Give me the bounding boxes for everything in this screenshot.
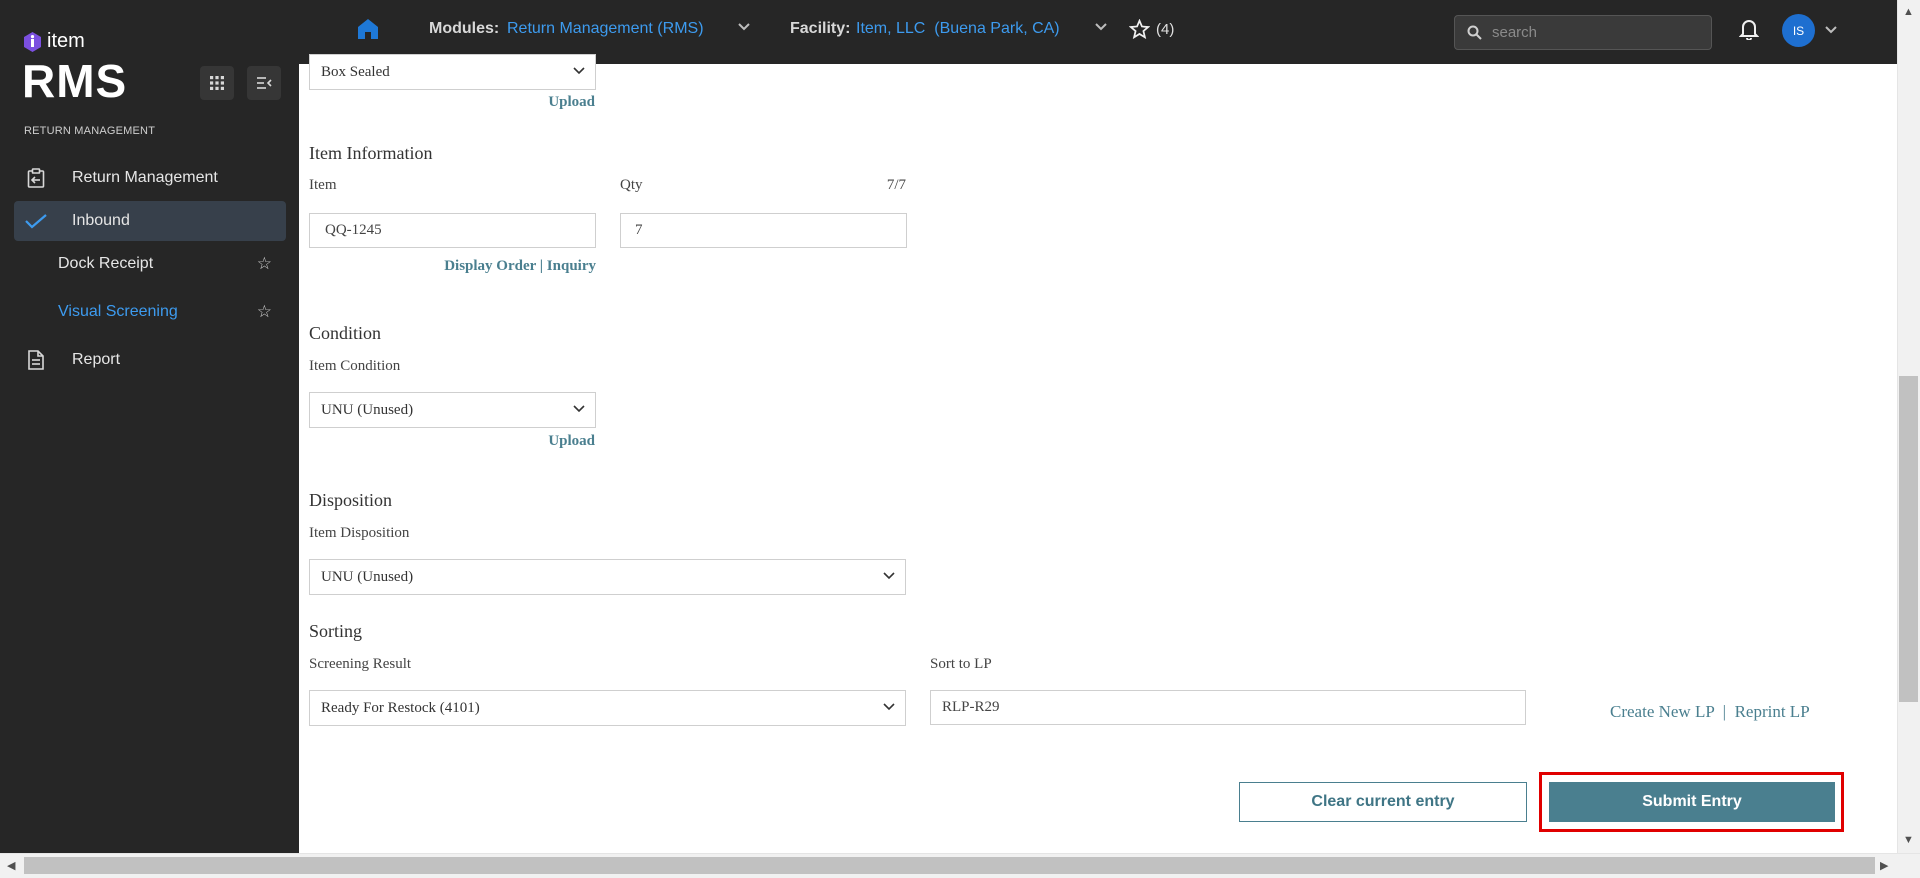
- sidebar-item-label: Inbound: [72, 212, 130, 229]
- section-title-item-information: Item Information: [309, 143, 433, 163]
- search-box[interactable]: [1454, 15, 1712, 50]
- input-value: 7: [635, 222, 643, 238]
- main-content: Box Sealed Upload Item Information Item …: [299, 54, 1897, 853]
- sidebar-item-inbound[interactable]: Inbound: [14, 201, 286, 241]
- chevron-down-icon[interactable]: [1824, 25, 1838, 35]
- apps-grid-button[interactable]: [200, 66, 234, 100]
- clear-entry-button[interactable]: Clear current entry: [1239, 782, 1527, 822]
- chevron-down-icon: [573, 67, 585, 75]
- vertical-scrollbar-thumb[interactable]: [1899, 376, 1918, 702]
- collapse-menu-icon: [257, 77, 272, 89]
- select-value: UNU (Unused): [321, 401, 414, 418]
- bell-icon[interactable]: [1739, 18, 1759, 40]
- section-title-disposition: Disposition: [309, 490, 393, 510]
- facility-dropdown[interactable]: Item, LLC (Buena Park, CA): [856, 20, 1060, 38]
- input-value: QQ-1245: [325, 222, 382, 238]
- logo-text: item: [47, 30, 85, 52]
- brand-logo[interactable]: item: [24, 30, 85, 53]
- item-condition-label: Item Condition: [309, 358, 401, 374]
- favorites-count: (4): [1156, 20, 1175, 38]
- section-title-sorting: Sorting: [309, 621, 363, 641]
- upload-link[interactable]: Upload: [547, 433, 595, 450]
- sidebar: item RMS RETURN MANAGEMENT Return Manage…: [0, 0, 299, 853]
- section-title-condition: Condition: [309, 323, 382, 343]
- qty-label: Qty: [620, 177, 643, 193]
- item-input[interactable]: QQ-1245: [309, 213, 596, 248]
- item-disposition-label: Item Disposition: [309, 525, 410, 541]
- upload-link[interactable]: Upload: [547, 94, 595, 111]
- screening-result-select[interactable]: Ready For Restock (4101): [309, 690, 906, 726]
- logo-icon: [24, 31, 41, 52]
- sidebar-item-visual-screening[interactable]: Visual Screening ☆: [14, 292, 286, 332]
- section-label: RETURN MANAGEMENT: [24, 125, 156, 137]
- chevron-down-icon[interactable]: [737, 22, 751, 32]
- favorites-button[interactable]: (4): [1129, 19, 1174, 39]
- check-icon: [24, 213, 48, 229]
- search-icon: [1467, 25, 1482, 40]
- item-label: Item: [309, 177, 337, 193]
- scroll-up-arrow-icon[interactable]: ▲: [1903, 6, 1914, 18]
- horizontal-scrollbar-thumb[interactable]: [24, 857, 1875, 874]
- sidebar-item-report[interactable]: Report: [14, 340, 286, 380]
- home-icon[interactable]: [357, 18, 379, 40]
- box-status-select[interactable]: Box Sealed: [309, 54, 596, 90]
- app-name: RMS: [22, 55, 128, 107]
- select-value: UNU (Unused): [321, 568, 414, 585]
- select-value: Box Sealed: [321, 63, 390, 80]
- star-icon: [1129, 19, 1150, 39]
- chevron-down-icon[interactable]: [1094, 22, 1108, 32]
- scroll-left-arrow-icon[interactable]: ◀: [7, 859, 15, 872]
- report-icon: [24, 350, 48, 370]
- facility-label: Facility:: [790, 20, 851, 37]
- sort-to-lp-label: Sort to LP: [930, 656, 992, 672]
- avatar[interactable]: IS: [1782, 14, 1815, 47]
- item-disposition-select[interactable]: UNU (Unused): [309, 559, 906, 595]
- scroll-right-arrow-icon[interactable]: ▶: [1880, 859, 1888, 872]
- create-reprint-lp-links[interactable]: Create New LP | Reprint LP: [1610, 702, 1810, 722]
- star-icon[interactable]: ☆: [257, 302, 272, 322]
- sidebar-item-label: Return Management: [72, 169, 218, 186]
- modules-dropdown[interactable]: Return Management (RMS): [507, 20, 704, 38]
- sidebar-item-label: Dock Receipt: [58, 255, 154, 272]
- chevron-down-icon: [883, 703, 895, 711]
- submit-entry-button[interactable]: Submit Entry: [1549, 782, 1835, 822]
- qty-counter: 7/7: [886, 177, 906, 193]
- sidebar-item-label: Visual Screening: [58, 303, 178, 320]
- chevron-down-icon: [883, 572, 895, 580]
- return-icon: [24, 168, 48, 188]
- chevron-down-icon: [573, 405, 585, 413]
- select-value: Ready For Restock (4101): [321, 699, 480, 716]
- qty-input[interactable]: 7: [620, 213, 907, 248]
- star-icon[interactable]: ☆: [257, 254, 272, 274]
- search-input[interactable]: [1492, 24, 1692, 41]
- scroll-down-arrow-icon[interactable]: ▼: [1903, 834, 1914, 846]
- display-order-inquiry-link[interactable]: Display Order | Inquiry: [439, 258, 596, 275]
- grid-icon: [210, 76, 224, 90]
- sort-to-lp-input[interactable]: RLP-R29: [930, 690, 1526, 725]
- sidebar-item-return-management[interactable]: Return Management: [14, 158, 286, 198]
- sidebar-item-label: Report: [72, 351, 121, 368]
- collapse-sidebar-button[interactable]: [247, 66, 281, 100]
- modules-label: Modules:: [429, 20, 500, 37]
- item-condition-select[interactable]: UNU (Unused): [309, 392, 596, 428]
- screening-result-label: Screening Result: [309, 656, 412, 672]
- input-value: RLP-R29: [942, 699, 1000, 715]
- sidebar-item-dock-receipt[interactable]: Dock Receipt ☆: [14, 244, 286, 284]
